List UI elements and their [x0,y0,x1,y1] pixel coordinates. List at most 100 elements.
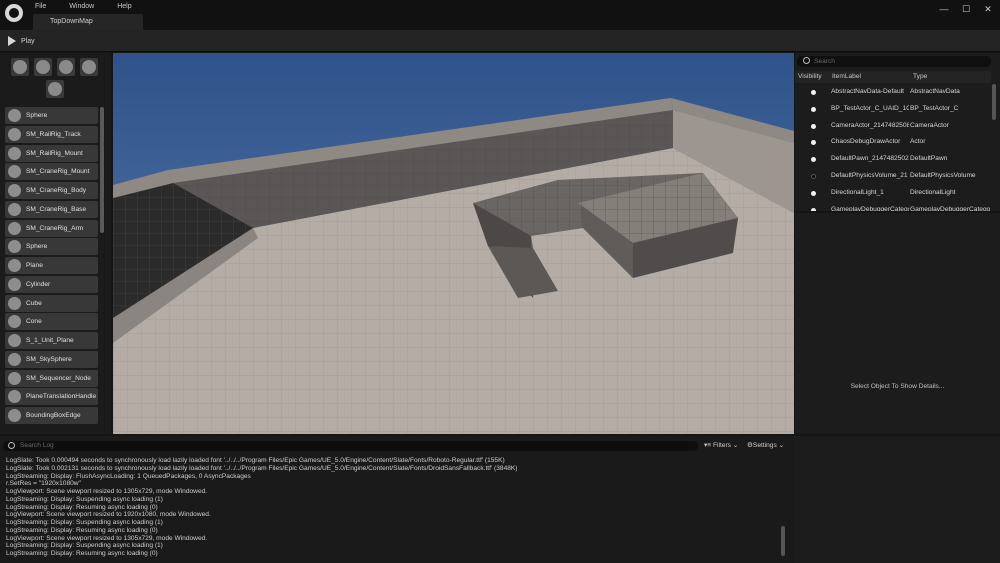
log-lines: LogSlate: Took 0.000494 seconds to synch… [6,457,776,558]
asset-thumbnail-icon [8,221,21,235]
asset-item[interactable]: Sphere [5,107,98,124]
tab-topdownmap[interactable]: TopDownMap [33,14,143,30]
menu-help[interactable]: Help [117,2,141,12]
menu-window[interactable]: Window [69,2,104,12]
log-settings-label: Settings [752,442,777,449]
outliner-row[interactable]: ChaosDebugDrawActor Actor [795,134,991,151]
outliner-row[interactable]: BP_TestActor_C_UAID_1C BP_TestActor_C [795,101,991,118]
asset-thumbnail-icon [8,409,21,422]
log-line: LogViewport: Scene viewport resized to 1… [6,534,208,542]
asset-item[interactable]: BoundingBoxEdge [5,407,98,424]
details-panel: Select Object To Show Details... [795,213,1000,434]
log-line: LogViewport: Scene viewport resized to 1… [6,511,211,519]
details-empty-text: Select Object To Show Details... [850,383,945,390]
asset-item[interactable]: Cylinder [5,275,98,293]
asset-label: BoundingBoxEdge [26,412,81,419]
log-filters-button[interactable]: ▾≡ Filters ⌄ [704,441,738,451]
asset-label: SM_CraneRig_Arm [26,224,84,232]
menu-file[interactable]: File [35,2,56,12]
mode-modeling-icon[interactable] [46,80,64,98]
asset-label: SM_CraneRig_Mount [26,168,90,176]
visibility-toggle-icon[interactable] [811,123,816,129]
log-line: LogStreaming: Display: Resuming async lo… [6,550,158,557]
asset-label: SM_Sequencer_Node [26,374,91,382]
col-type[interactable]: Type [913,71,927,83]
asset-item[interactable]: Cube [5,294,98,312]
outliner-row[interactable]: AbstractNavData-Default AbstractNavData [795,84,991,101]
title-bar: File Window Help TopDownMap — ☐ ✕ [0,0,1000,32]
mode-landscape-icon[interactable] [34,58,52,76]
search-icon [803,57,810,64]
log-scrollbar[interactable] [781,526,785,556]
outliner-row[interactable]: GameplayDebuggerCategor GameplayDebuggerC… [795,202,991,211]
asset-label: PlaneTranslationHandle [26,393,97,401]
asset-thumbnail-icon [8,296,21,310]
outliner-row[interactable]: DefaultPhysicsVolume_21 DefaultPhysicsVol… [795,168,991,185]
asset-label: SM_RailRig_Mount [26,149,83,157]
outliner-scrollbar[interactable] [992,84,996,120]
play-button[interactable]: Play [8,35,35,47]
asset-thumbnail-icon [8,334,21,347]
asset-item[interactable]: SM_Sequencer_Node [5,369,98,387]
visibility-toggle-icon[interactable] [811,207,816,211]
outliner-rows: AbstractNavData-Default AbstractNavData BP… [795,84,991,211]
asset-item[interactable]: SM_SkySphere [5,350,98,368]
asset-item[interactable]: SM_CraneRig_Body [5,182,98,199]
log-line: LogStreaming: Display: Suspending async … [6,542,163,550]
toolbar: Play [0,30,1000,52]
mode-select-icon[interactable] [11,58,29,76]
col-item-label[interactable]: ItemLabel [832,71,861,83]
asset-item[interactable]: Sphere [5,238,98,256]
asset-item[interactable]: SM_CraneRig_Mount [5,163,98,181]
asset-thumbnail-icon [8,352,21,366]
asset-label: Plane [26,262,43,269]
level-viewport[interactable] [113,53,794,434]
outliner-header: Visibility ItemLabel Type [795,71,991,83]
asset-label: Cone [26,318,42,326]
col-visibility[interactable]: Visibility [798,71,822,83]
asset-item[interactable]: Cone [5,313,98,331]
outliner-item-label: CameraActor_2147482508 [831,121,909,129]
bottom-right-panel [795,436,1000,563]
search-icon [8,442,15,449]
asset-item[interactable]: S_1_Unit_Plane [5,332,98,349]
outliner-search-input[interactable]: Search [797,56,991,67]
minimize-icon[interactable]: — [938,3,950,15]
asset-item[interactable]: PlaneTranslationHandle [5,388,98,406]
log-line: LogStreaming: Display: Suspending async … [6,495,163,503]
maximize-icon[interactable]: ☐ [960,3,972,15]
filter-icon: ▾≡ [704,442,713,449]
outliner-row[interactable]: DefaultPawn_2147482502 DefaultPawn [795,151,991,168]
log-line: LogSlate: Took 0.000494 seconds to synch… [6,457,505,464]
asset-item[interactable]: SM_CraneRig_Arm [5,219,98,237]
chevron-down-icon: ⌄ [730,442,739,449]
asset-thumbnail-icon [8,202,21,216]
asset-thumbnail-icon [8,127,21,141]
asset-item[interactable]: SM_RailRig_Track [5,125,98,143]
visibility-toggle-icon[interactable] [811,140,816,146]
outliner-item-label: ChaosDebugDrawActor [831,138,901,146]
close-icon[interactable]: ✕ [982,3,994,15]
asset-item[interactable]: SM_RailRig_Mount [5,144,98,162]
outliner-row[interactable]: CameraActor_2147482508 CameraActor [795,118,991,135]
log-line: LogStreaming: Display: Resuming async lo… [6,503,158,511]
log-settings-button[interactable]: ⚙Settings ⌄ [747,441,784,451]
world-outliner: Search Visibility ItemLabel Type Abstrac… [795,53,1000,211]
play-icon [8,36,16,46]
visibility-toggle-icon[interactable] [811,190,816,196]
asset-thumbnail-icon [8,240,21,254]
visibility-toggle-icon[interactable] [811,173,816,179]
mode-foliage-icon[interactable] [57,58,75,76]
visibility-toggle-icon[interactable] [811,90,816,95]
asset-item[interactable]: Plane [5,257,98,274]
log-line: r.SetRes = "1920x1080w" [6,480,81,488]
visibility-toggle-icon[interactable] [811,157,816,163]
asset-list-scrollbar[interactable] [100,107,104,233]
visibility-toggle-icon[interactable] [811,106,816,112]
asset-thumbnail-icon [8,315,21,329]
unreal-logo-icon [5,4,23,22]
mode-mesh-paint-icon[interactable] [80,58,98,76]
log-search-input[interactable]: Search Log [3,441,698,451]
outliner-row[interactable]: DirectionalLight_1 DirectionalLight [795,185,991,202]
asset-item[interactable]: SM_CraneRig_Base [5,200,98,218]
